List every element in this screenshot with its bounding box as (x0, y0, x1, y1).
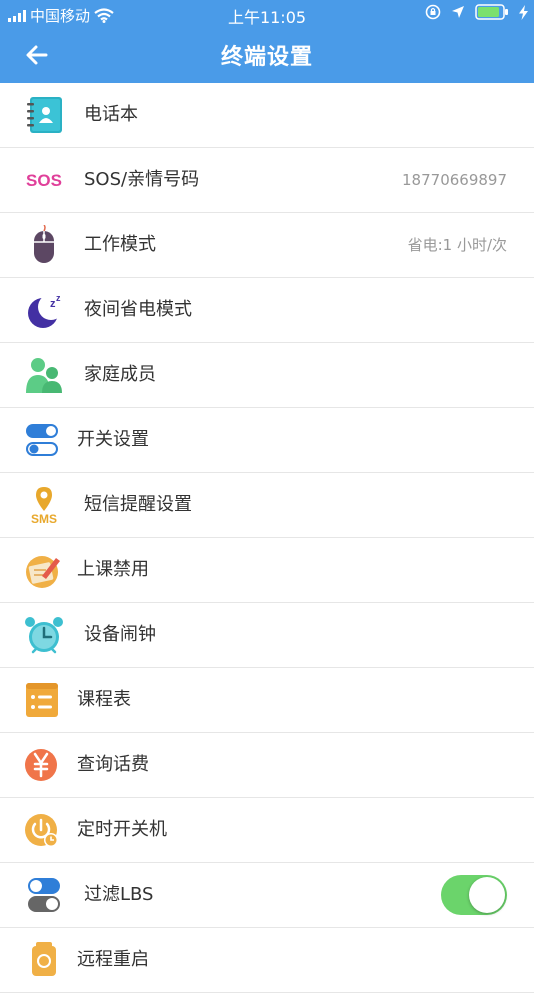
alarm-clock-icon (25, 617, 63, 654)
filter-lbs-toggle[interactable] (441, 875, 507, 915)
switch-settings-label: 开关设置 (77, 429, 149, 450)
sos-number-value: 18770669897 (402, 171, 507, 189)
phonebook-row[interactable]: 电话本 (0, 83, 534, 148)
status-bar: 中国移动 上午11:05 (0, 0, 534, 28)
toggle-knob (469, 877, 505, 913)
work-mode-row[interactable]: 工作模式 省电:1 小时/次 (0, 213, 534, 278)
sos-row[interactable]: SOS SOS/亲情号码 18770669897 (0, 148, 534, 213)
nav-bar: 终端设置 (0, 28, 534, 83)
switch-toggles-icon (26, 424, 58, 456)
yuan-coin-icon (25, 749, 57, 781)
sms-location-icon: SMS (31, 487, 57, 525)
rotation-lock-icon (425, 4, 441, 20)
location-arrow-icon (452, 6, 464, 18)
schedule-row[interactable]: 课程表 (0, 668, 534, 733)
night-mode-label: 夜间省电模式 (84, 299, 192, 320)
settings-list: 电话本 SOS SOS/亲情号码 18770669897 工作模式 省电:1 小… (0, 83, 534, 993)
device-alarm-row[interactable]: 设备闹钟 (0, 603, 534, 668)
restart-icon (32, 942, 56, 976)
work-mode-label: 工作模式 (84, 234, 156, 255)
class-disable-row[interactable]: 上课禁用 (0, 538, 534, 603)
charging-bolt-icon (519, 4, 528, 20)
family-members-label: 家庭成员 (84, 364, 156, 385)
family-icon (26, 358, 62, 393)
device-alarm-label: 设备闹钟 (84, 624, 156, 645)
scheduled-power-row[interactable]: 定时开关机 (0, 798, 534, 863)
svg-text:SMS: SMS (31, 512, 57, 525)
battery-icon (475, 4, 508, 20)
switch-settings-row[interactable]: 开关设置 (0, 408, 534, 473)
filter-lbs-label: 过滤LBS (84, 884, 154, 905)
class-disable-label: 上课禁用 (77, 559, 149, 580)
filter-lbs-row: 过滤LBS (0, 863, 534, 928)
svg-text:z: z (56, 293, 61, 303)
page-title: 终端设置 (220, 45, 313, 70)
notepad-pencil-icon (26, 556, 60, 588)
scheduled-power-label: 定时开关机 (77, 819, 167, 840)
sos-icon: SOS (26, 171, 62, 190)
night-mode-row[interactable]: z z 夜间省电模式 (0, 278, 534, 343)
app-header: 中国移动 上午11:05 终端设置 (0, 0, 534, 83)
remote-restart-label: 远程重启 (77, 949, 149, 970)
sms-reminder-row[interactable]: SMS 短信提醒设置 (0, 473, 534, 538)
power-timer-icon (25, 814, 58, 847)
moon-sleep-icon: z z (28, 293, 64, 328)
work-mode-value: 省电:1 小时/次 (407, 236, 507, 254)
filter-toggles-icon (28, 878, 60, 912)
remote-restart-row[interactable]: 远程重启 (0, 928, 534, 993)
svg-text:SOS: SOS (26, 171, 62, 190)
mouse-icon (34, 225, 54, 263)
timetable-icon (26, 683, 58, 717)
query-balance-row[interactable]: 查询话费 (0, 733, 534, 798)
sms-reminder-label: 短信提醒设置 (84, 494, 192, 515)
phonebook-label: 电话本 (84, 104, 138, 125)
schedule-label: 课程表 (77, 689, 131, 710)
sos-label: SOS/亲情号码 (84, 169, 200, 190)
query-balance-label: 查询话费 (77, 754, 149, 775)
contacts-book-icon (27, 97, 62, 133)
family-members-row[interactable]: 家庭成员 (0, 343, 534, 408)
